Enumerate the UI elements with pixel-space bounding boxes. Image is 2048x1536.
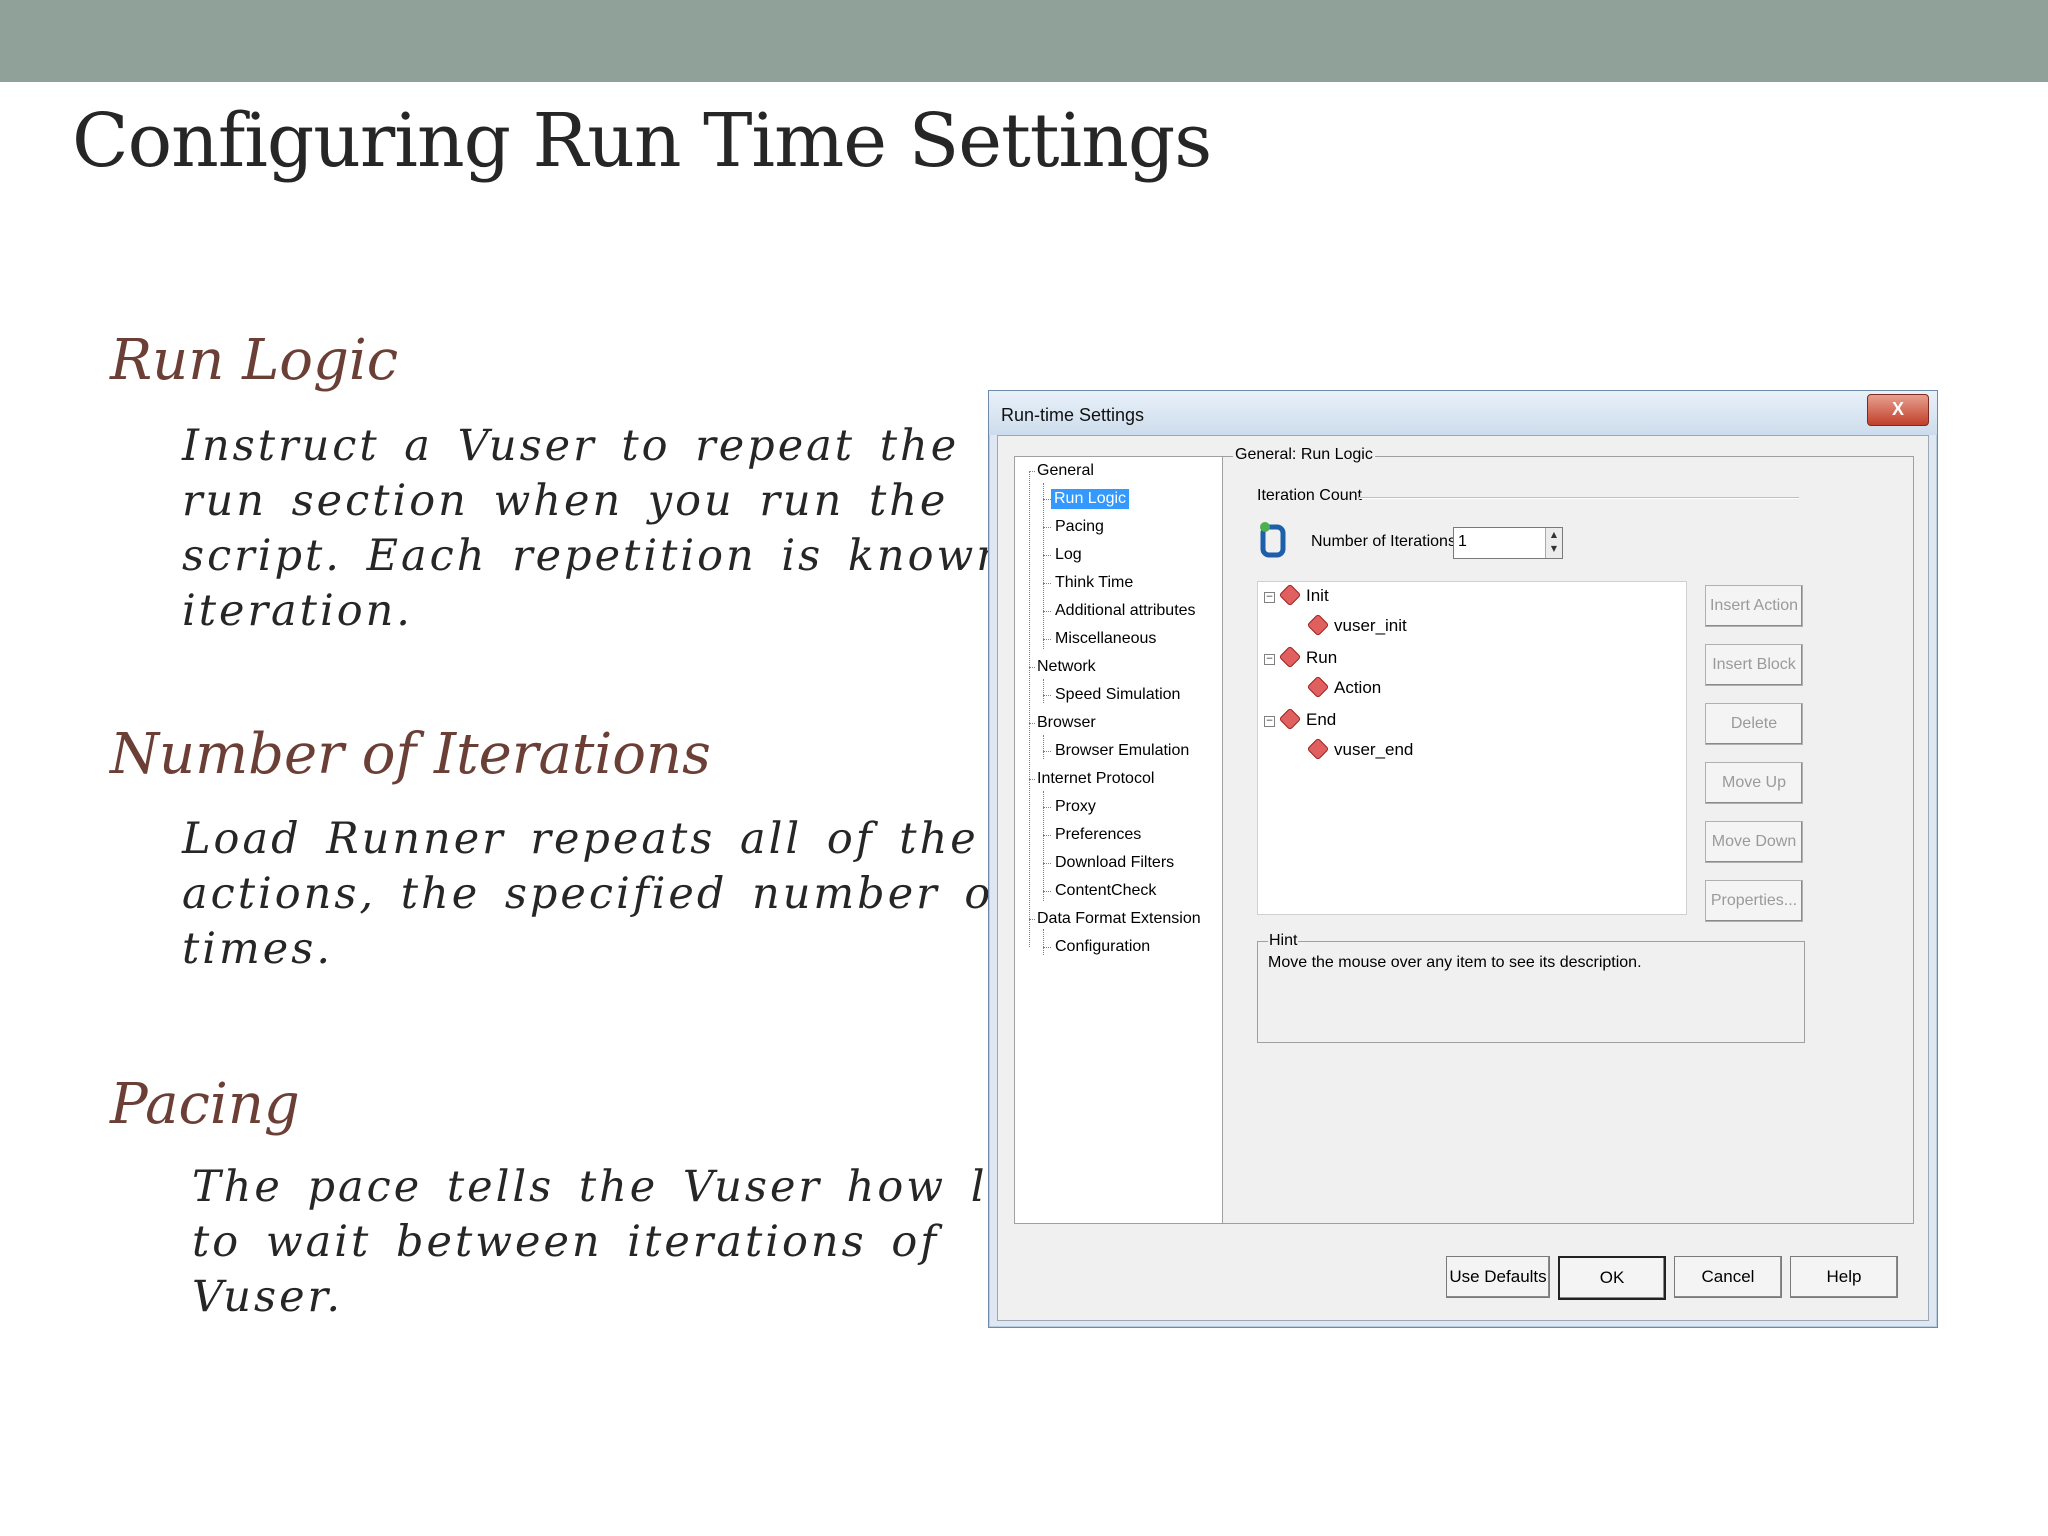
tree-item-proxy[interactable]: Proxy xyxy=(1055,797,1096,817)
spinner-arrows-icon[interactable]: ▲ ▼ xyxy=(1545,528,1562,558)
use-defaults-button[interactable]: Use Defaults xyxy=(1446,1256,1550,1298)
move-up-button[interactable]: Move Up xyxy=(1705,762,1803,804)
header-bar xyxy=(0,0,2048,82)
action-icon xyxy=(1306,675,1330,699)
tree-item-browser[interactable]: Browser xyxy=(1037,713,1096,733)
tree-item-configuration[interactable]: Configuration xyxy=(1055,937,1150,957)
action-vuser-end[interactable]: vuser_end xyxy=(1306,737,1413,761)
properties-button[interactable]: Properties... xyxy=(1705,880,1803,922)
hint-title: Hint xyxy=(1268,932,1299,950)
close-button[interactable]: X xyxy=(1867,394,1929,426)
cancel-button[interactable]: Cancel xyxy=(1674,1256,1782,1298)
tree-item-additional-attributes[interactable]: Additional attributes xyxy=(1055,601,1196,621)
run-logic-panel: General: Run Logic Iteration Count Numbe… xyxy=(1222,446,1914,1224)
tree-item-pacing[interactable]: Pacing xyxy=(1055,517,1104,537)
tree-item-network[interactable]: Network xyxy=(1037,657,1096,677)
dialog-titlebar: Run-time Settings X xyxy=(989,391,1937,435)
dialog-title: Run-time Settings xyxy=(1001,405,1145,425)
hint-box: Hint Move the mouse over any item to see… xyxy=(1257,932,1805,1043)
tree-item-run-logic[interactable]: Run Logic xyxy=(1051,489,1130,509)
text-line: Instruct a Vuser to repeat the xyxy=(182,421,960,471)
tree-item-browser-emulation[interactable]: Browser Emulation xyxy=(1055,741,1189,761)
action-tree[interactable]: − Init vuser_init − Run Action − End vus… xyxy=(1257,581,1687,915)
delete-button[interactable]: Delete xyxy=(1705,703,1803,745)
action-icon xyxy=(1306,613,1330,637)
collapse-icon[interactable]: − xyxy=(1264,716,1275,727)
collapse-icon[interactable]: − xyxy=(1264,592,1275,603)
tree-item-preferences[interactable]: Preferences xyxy=(1055,825,1141,845)
iterations-value[interactable]: 1 xyxy=(1458,533,1467,551)
insert-block-button[interactable]: Insert Block xyxy=(1705,644,1803,686)
text-line: Load Runner repeats all of the xyxy=(182,814,979,864)
tree-item-think-time[interactable]: Think Time xyxy=(1055,573,1133,593)
iterations-label: Number of Iterations: xyxy=(1311,533,1461,550)
tree-item-log[interactable]: Log xyxy=(1055,545,1082,565)
section-heading-run-logic: Run Logic xyxy=(110,328,399,393)
text-line: times. xyxy=(182,924,333,974)
dialog-body: General Run Logic Pacing Log Think Time … xyxy=(997,435,1929,1321)
slide-title: Configuring Run Time Settings xyxy=(72,98,1212,184)
iterations-spinner[interactable]: 1 ▲ ▼ xyxy=(1453,527,1563,559)
help-button[interactable]: Help xyxy=(1790,1256,1898,1298)
action-block-icon xyxy=(1278,583,1302,607)
tree-item-general[interactable]: General xyxy=(1037,461,1094,481)
action-vuser-init[interactable]: vuser_init xyxy=(1306,613,1407,637)
section-heading-pacing: Pacing xyxy=(110,1072,300,1137)
section-text-pacing: The pace tells the Vuser how long to wai… xyxy=(192,1160,1078,1325)
runtime-settings-dialog: Run-time Settings X General Run Logic Pa… xyxy=(988,390,1938,1328)
move-down-button[interactable]: Move Down xyxy=(1705,821,1803,863)
action-block-end[interactable]: End xyxy=(1278,707,1336,731)
separator xyxy=(1359,497,1799,499)
section-heading-iterations: Number of Iterations xyxy=(110,722,711,787)
tree-item-data-format-extension[interactable]: Data Format Extension xyxy=(1037,909,1201,929)
action-block-icon xyxy=(1278,645,1302,669)
section-text-run-logic: Instruct a Vuser to repeat the run secti… xyxy=(182,419,1085,639)
text-line: The pace tells the Vuser how long xyxy=(192,1162,1078,1212)
text-line: script. Each repetition is known as xyxy=(182,531,1086,581)
insert-action-button[interactable]: Insert Action xyxy=(1705,585,1803,627)
panel-title: General: Run Logic xyxy=(1233,446,1375,464)
tree-item-miscellaneous[interactable]: Miscellaneous xyxy=(1055,629,1156,649)
action-icon xyxy=(1306,737,1330,761)
text-line: run section when you run the xyxy=(182,476,949,526)
tree-item-speed-simulation[interactable]: Speed Simulation xyxy=(1055,685,1180,705)
text-line: to wait between iterations of xyxy=(192,1217,940,1267)
settings-tree[interactable]: General Run Logic Pacing Log Think Time … xyxy=(1014,456,1224,1224)
collapse-icon[interactable]: − xyxy=(1264,654,1275,665)
ok-button[interactable]: OK xyxy=(1558,1256,1666,1300)
action-block-icon xyxy=(1278,707,1302,731)
text-line: iteration. xyxy=(182,586,413,636)
section-text-iterations: Load Runner repeats all of the actions, … xyxy=(182,812,1012,977)
hint-text: Move the mouse over any item to see its … xyxy=(1268,954,1642,971)
action-action[interactable]: Action xyxy=(1306,675,1381,699)
action-block-run[interactable]: Run xyxy=(1278,645,1337,669)
tree-item-contentcheck[interactable]: ContentCheck xyxy=(1055,881,1156,901)
tree-item-internet-protocol[interactable]: Internet Protocol xyxy=(1037,769,1154,789)
text-line: Vuser. xyxy=(192,1272,344,1322)
text-line: actions, the specified number of xyxy=(182,869,1013,919)
iteration-count-label: Iteration Count xyxy=(1257,487,1362,504)
iteration-loop-icon xyxy=(1259,521,1287,559)
action-block-init[interactable]: Init xyxy=(1278,583,1329,607)
tree-item-download-filters[interactable]: Download Filters xyxy=(1055,853,1174,873)
